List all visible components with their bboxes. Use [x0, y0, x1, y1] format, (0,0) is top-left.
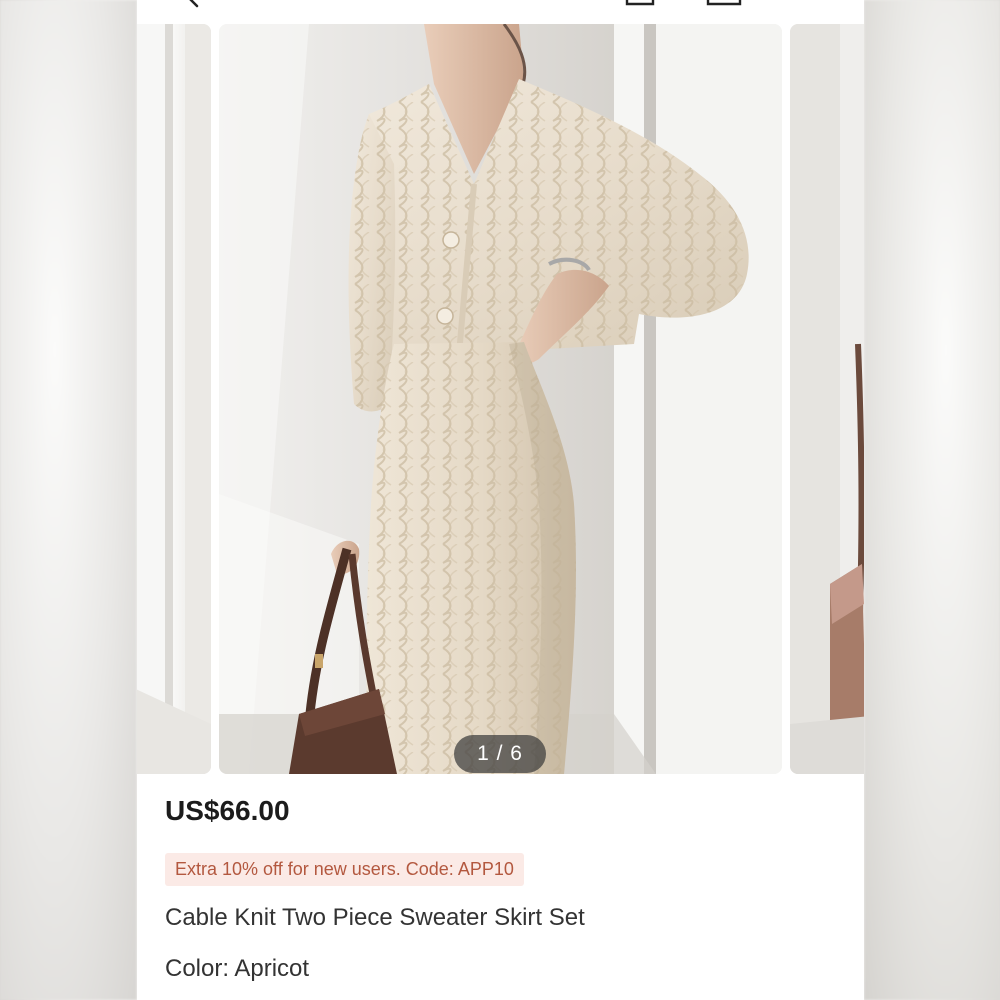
carousel-image-main[interactable] [219, 24, 782, 774]
product-price: US$66.00 [165, 795, 290, 826]
background-blur-left [0, 0, 137, 1000]
bag-icon[interactable] [625, 0, 655, 6]
background-blur-right [864, 0, 1000, 1000]
gallery-page-indicator: 1 / 6 [454, 735, 546, 773]
promo-banner[interactable]: Extra 10% off for new users. Code: APP10 [165, 853, 524, 886]
share-icon[interactable] [706, 0, 742, 6]
top-bar [137, 0, 864, 24]
image-carousel[interactable]: 1 / 6 [137, 24, 864, 774]
color-selector[interactable]: Color: Apricot [165, 955, 309, 983]
carousel-image-previous[interactable] [137, 24, 211, 774]
carousel-image-next[interactable] [790, 24, 864, 774]
chevron-left-icon[interactable] [183, 0, 203, 8]
product-title: Cable Knit Two Piece Sweater Skirt Set [165, 904, 585, 931]
product-detail-screen: 1 / 6 US$66.00 Extra 10% off for new use… [137, 0, 864, 1000]
